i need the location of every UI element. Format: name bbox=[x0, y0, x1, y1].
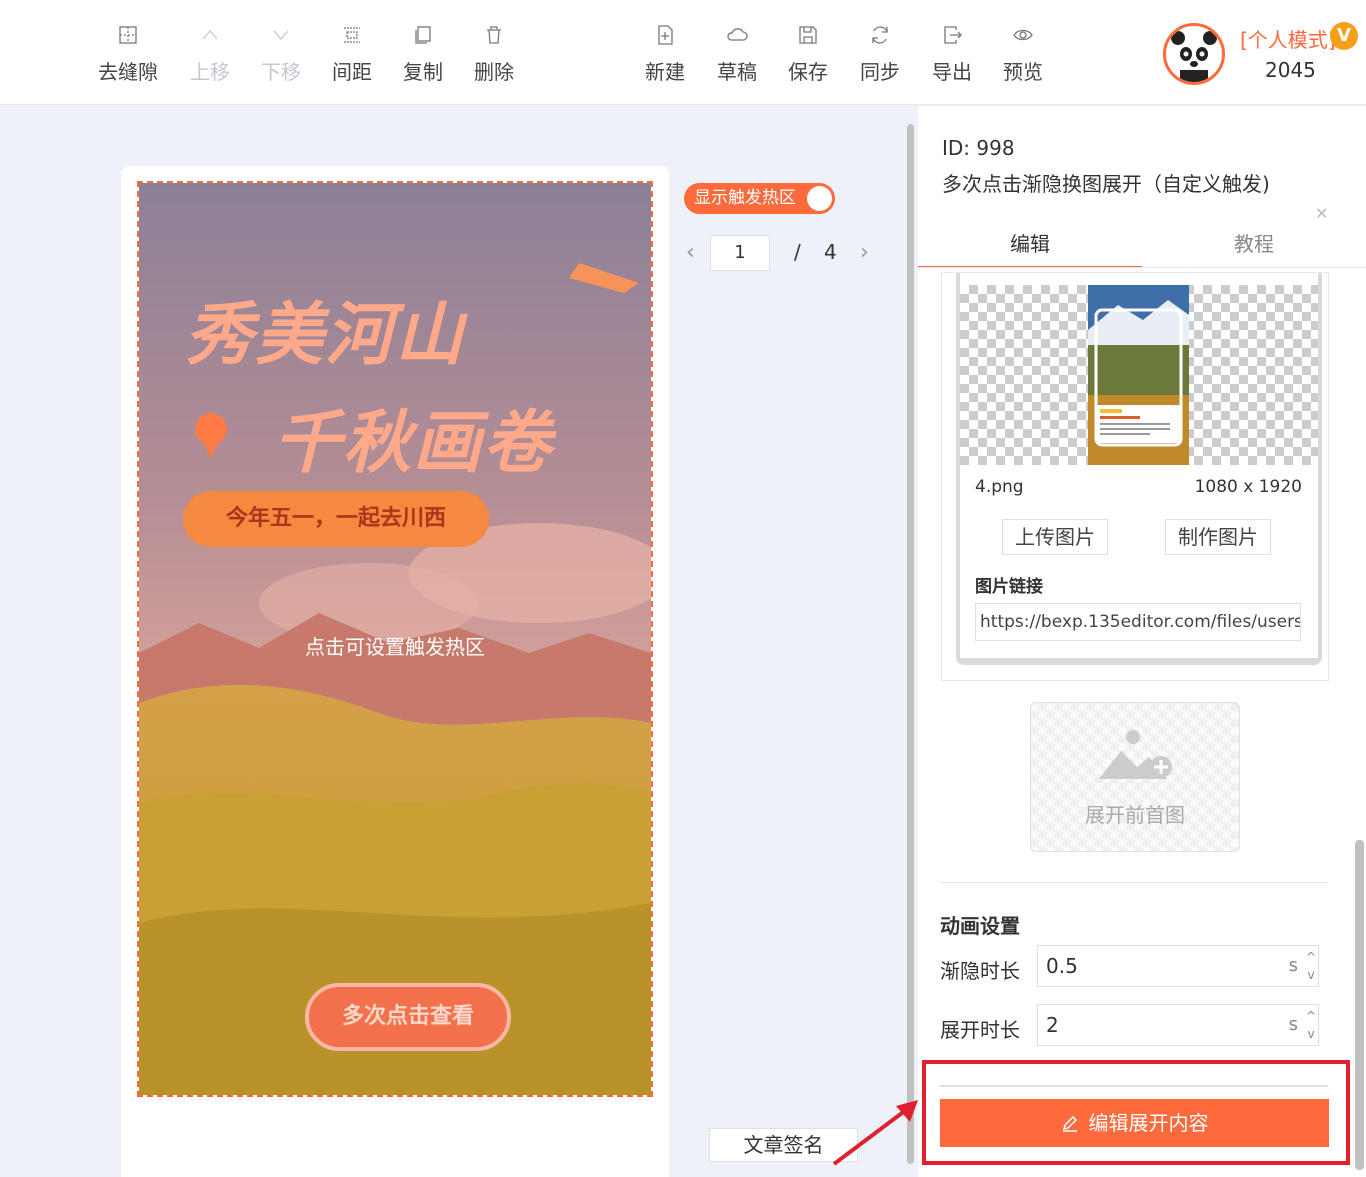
vip-badge: V bbox=[1330, 22, 1358, 50]
cover-image-label: 展开前首图 bbox=[1085, 803, 1185, 827]
trash-icon bbox=[458, 24, 530, 50]
tab-tutorial[interactable]: 教程 bbox=[1142, 222, 1366, 268]
remove-gap-button[interactable]: 去缝隙 bbox=[92, 24, 164, 85]
panda-icon bbox=[1171, 31, 1217, 82]
tab-edit[interactable]: 编辑 bbox=[918, 222, 1142, 268]
chevron-up-icon bbox=[174, 24, 246, 50]
image-preview[interactable] bbox=[960, 285, 1318, 465]
poster-title-line1: 秀美河山 bbox=[185, 296, 466, 375]
page-total: 4 bbox=[824, 240, 837, 264]
panel-scrollbar-thumb[interactable] bbox=[1355, 840, 1364, 1170]
cloud-icon bbox=[701, 24, 773, 50]
save-button[interactable]: 保存 bbox=[772, 24, 844, 85]
fade-duration-unit: s bbox=[1288, 955, 1298, 976]
fade-stepper[interactable]: ^ v bbox=[1305, 948, 1317, 984]
poster-title-line2: 千秋画卷 bbox=[273, 404, 554, 483]
poster-preview[interactable]: 秀美河山 千秋画卷 今年五一，一起去川西 点击可设置触发热区 多次点击查看 bbox=[137, 181, 653, 1097]
export-icon bbox=[916, 24, 988, 50]
component-name: 多次点击渐隐换图展开（自定义触发) bbox=[942, 172, 1270, 196]
component-id: ID: 998 bbox=[942, 136, 1015, 160]
copy-button[interactable]: 复制 bbox=[387, 24, 459, 85]
fade-duration-input[interactable]: 0.5 s ^ v bbox=[1037, 945, 1319, 987]
save-icon bbox=[772, 24, 844, 50]
page-number-input[interactable]: 1 bbox=[710, 235, 770, 271]
spacing-icon bbox=[316, 24, 388, 50]
show-hotspot-label: 显示触发热区 bbox=[694, 188, 796, 208]
draft-button[interactable]: 草稿 bbox=[701, 24, 773, 85]
stepper-up-icon[interactable]: ^ bbox=[1305, 1007, 1317, 1025]
animation-settings-title: 动画设置 bbox=[940, 914, 1020, 938]
panel-scrollbar[interactable] bbox=[1352, 270, 1366, 1177]
copy-icon bbox=[387, 24, 459, 50]
expand-duration-label: 展开时长 bbox=[940, 1018, 1020, 1042]
annotation-highlight bbox=[922, 1060, 1350, 1165]
chevron-right-icon[interactable]: › bbox=[860, 240, 869, 265]
toggle-knob bbox=[807, 186, 832, 211]
grid-icon bbox=[92, 24, 164, 50]
top-toolbar: 去缝隙 上移 下移 间距 复制 删除 新建 草稿 保存 同步 导出 预览 [个人… bbox=[0, 0, 1366, 105]
user-mode-label[interactable]: [个人模式] bbox=[1240, 24, 1336, 53]
image-link-input[interactable]: https://bexp.135editor.com/files/users/1… bbox=[975, 603, 1301, 641]
hotspot-hint: 点击可设置触发热区 bbox=[305, 635, 485, 659]
tools-icon[interactable]: ✕ bbox=[1315, 204, 1328, 223]
expand-stepper[interactable]: ^ v bbox=[1305, 1007, 1317, 1043]
spacing-button[interactable]: 间距 bbox=[316, 24, 388, 85]
image-link-label: 图片链接 bbox=[975, 577, 1043, 597]
image-card: 4.png 1080 x 1920 上传图片 制作图片 图片链接 https:/… bbox=[941, 272, 1329, 681]
move-down-button[interactable]: 下移 bbox=[245, 24, 317, 85]
eye-icon bbox=[987, 24, 1059, 50]
fade-duration-label: 渐隐时长 bbox=[940, 959, 1020, 983]
show-hotspot-toggle[interactable]: 显示触发热区 bbox=[684, 183, 835, 214]
stepper-up-icon[interactable]: ^ bbox=[1305, 948, 1317, 966]
chevron-left-icon[interactable]: ‹ bbox=[686, 240, 695, 265]
upload-image-button[interactable]: 上传图片 bbox=[1002, 519, 1108, 555]
poster-subtitle: 今年五一，一起去川西 bbox=[183, 491, 489, 547]
tabs-divider bbox=[918, 267, 1366, 268]
user-id: 2045 bbox=[1265, 58, 1316, 82]
image-thumbnail bbox=[1088, 285, 1189, 465]
delete-button[interactable]: 删除 bbox=[458, 24, 530, 85]
export-button[interactable]: 导出 bbox=[916, 24, 988, 85]
fade-duration-value: 0.5 bbox=[1046, 954, 1078, 978]
sync-icon bbox=[844, 24, 916, 50]
image-file-name: 4.png bbox=[975, 477, 1024, 497]
stepper-down-icon[interactable]: v bbox=[1305, 966, 1317, 984]
cover-image-upload[interactable]: 展开前首图 bbox=[1030, 702, 1240, 852]
canvas-scrollbar-thumb[interactable] bbox=[907, 124, 914, 1164]
new-file-icon bbox=[629, 24, 701, 50]
new-button[interactable]: 新建 bbox=[629, 24, 701, 85]
section-divider bbox=[940, 882, 1328, 883]
expand-duration-input[interactable]: 2 s ^ v bbox=[1037, 1004, 1319, 1046]
preview-button[interactable]: 预览 bbox=[987, 24, 1059, 85]
make-image-button[interactable]: 制作图片 bbox=[1165, 519, 1271, 555]
poster-view-button: 多次点击查看 bbox=[305, 983, 511, 1051]
stepper-down-icon[interactable]: v bbox=[1305, 1025, 1317, 1043]
canvas-scrollbar[interactable] bbox=[905, 110, 915, 1177]
expand-duration-unit: s bbox=[1288, 1014, 1298, 1035]
avatar[interactable] bbox=[1163, 23, 1225, 85]
chevron-down-icon bbox=[245, 24, 317, 50]
annotation-arrow-icon bbox=[832, 1100, 918, 1166]
expand-duration-value: 2 bbox=[1046, 1013, 1059, 1037]
image-dimensions: 1080 x 1920 bbox=[1194, 477, 1302, 497]
add-image-icon bbox=[1099, 730, 1172, 779]
sync-button[interactable]: 同步 bbox=[844, 24, 916, 85]
move-up-button[interactable]: 上移 bbox=[174, 24, 246, 85]
settings-panel: ID: 998 多次点击渐隐换图展开（自定义触发) ✕ 编辑 教程 4.png … bbox=[918, 106, 1366, 1177]
page-separator: / bbox=[794, 240, 801, 264]
